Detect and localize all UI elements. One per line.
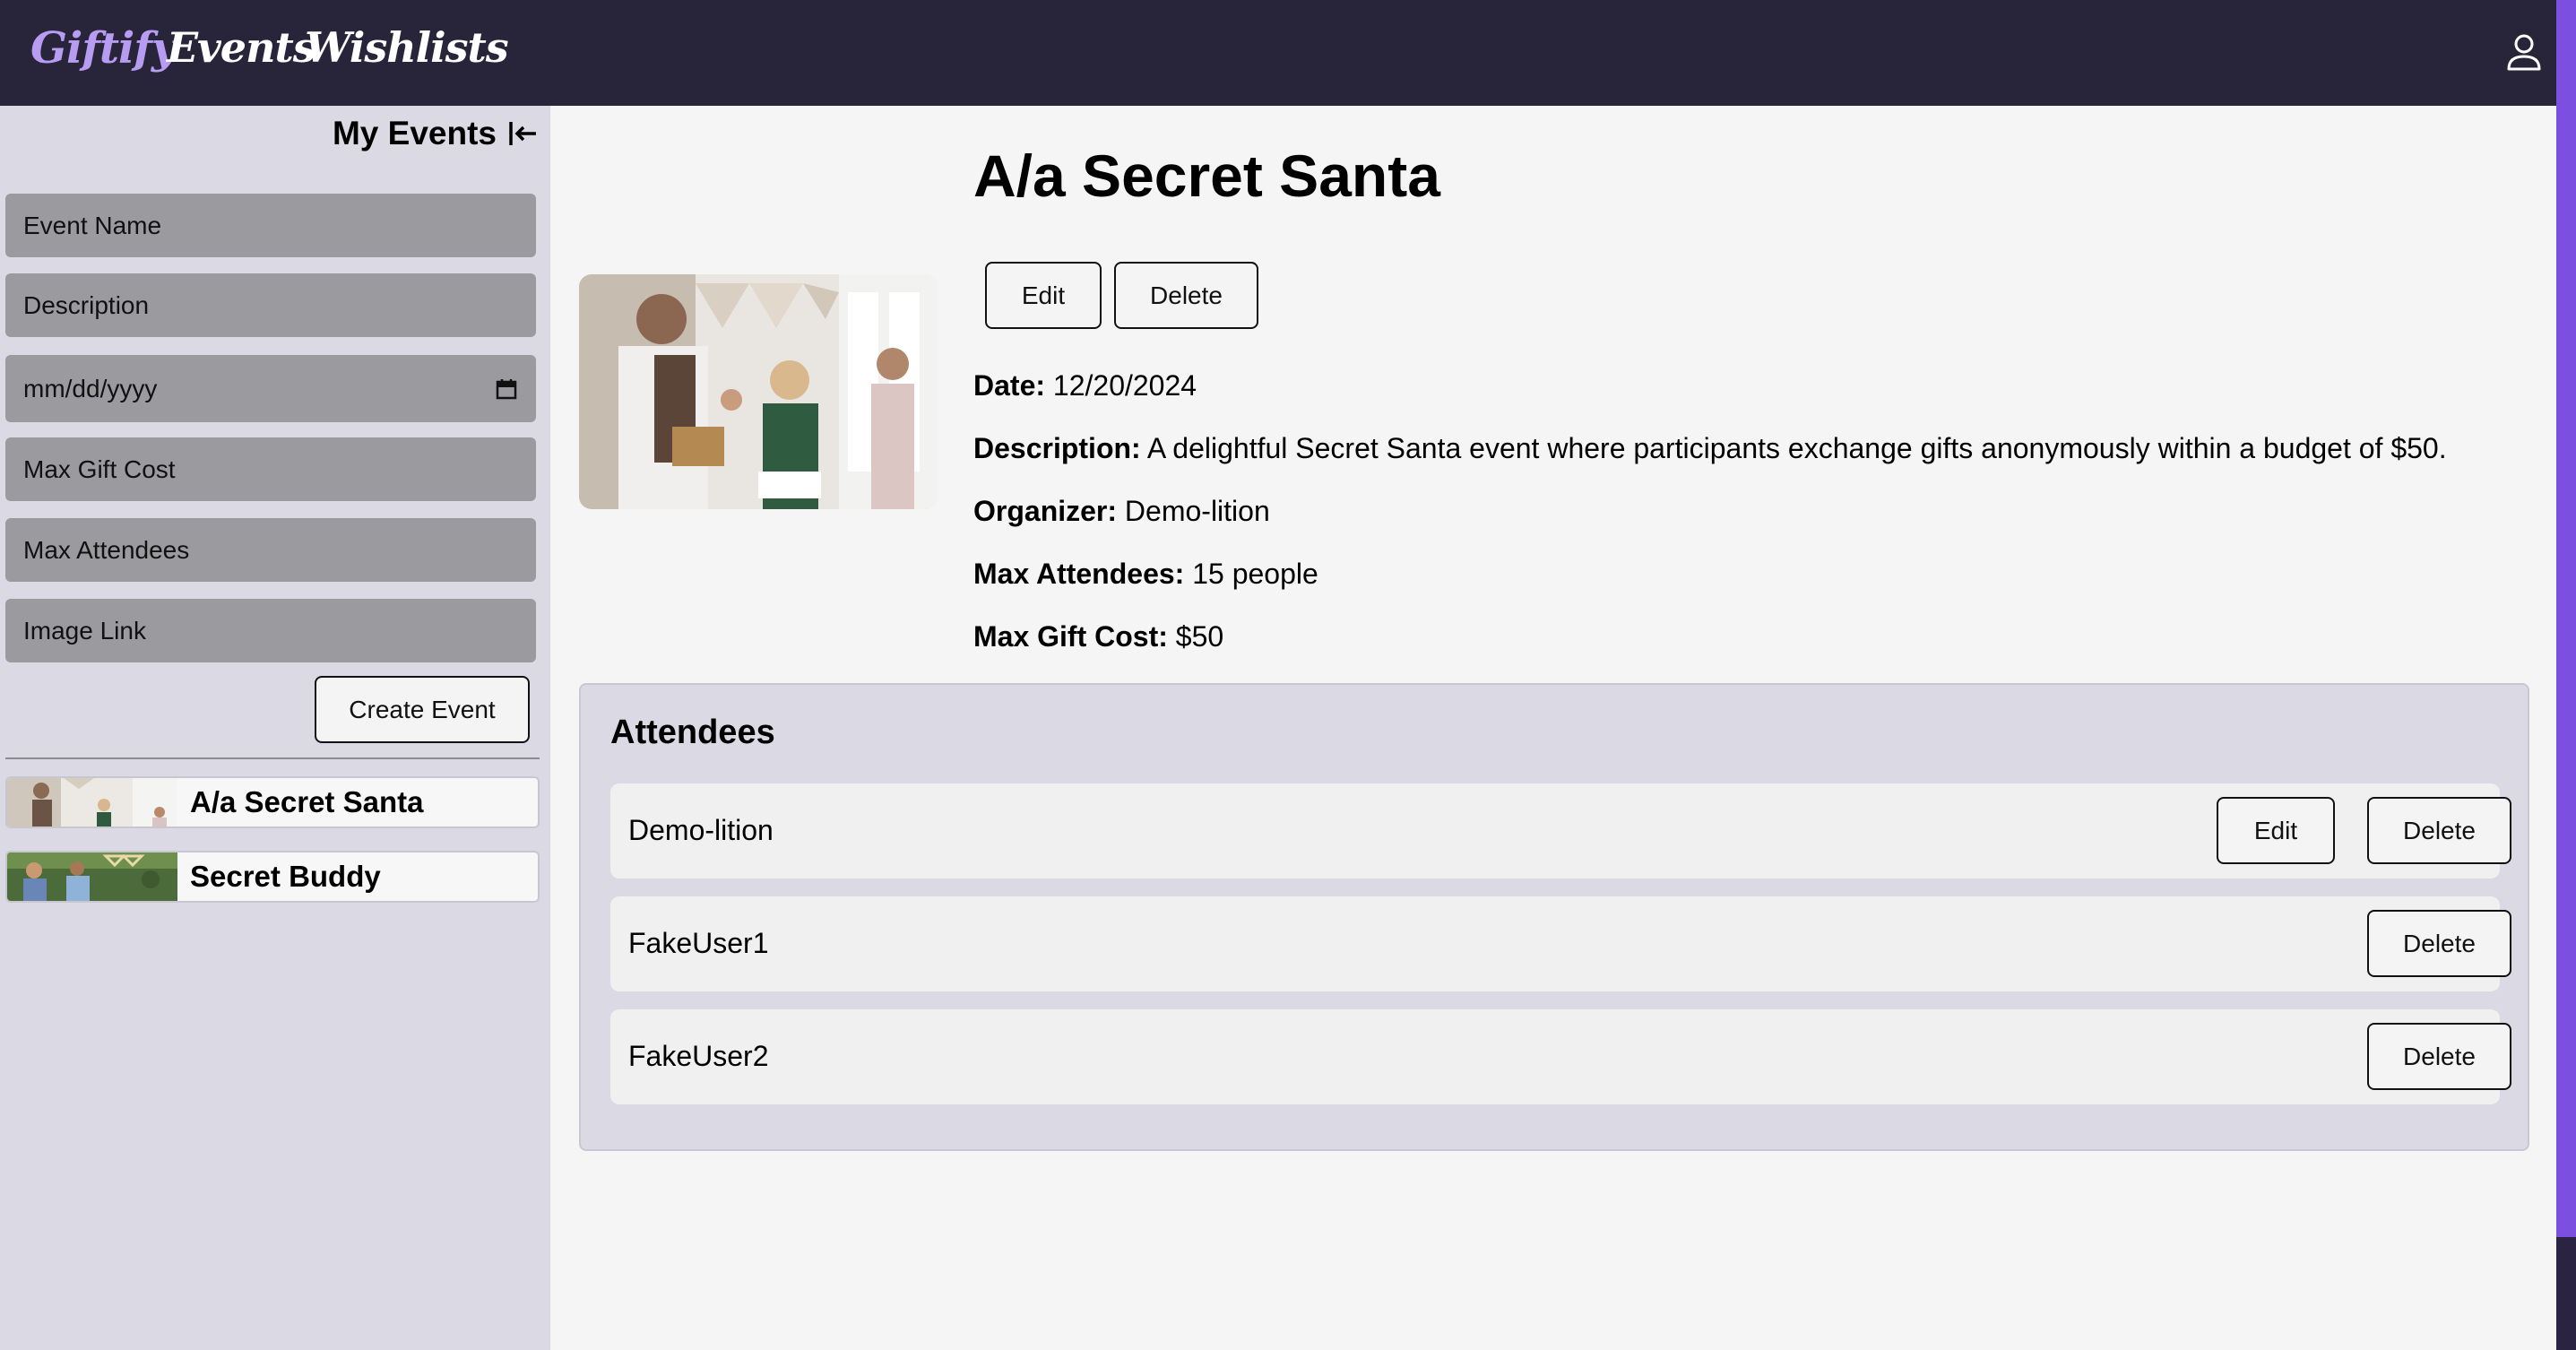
nav-wishlists-link[interactable]: Wishlists: [305, 23, 509, 72]
date-value: 12/20/2024: [1052, 369, 1197, 402]
event-image: [579, 274, 938, 509]
create-event-button[interactable]: Create Event: [315, 676, 530, 743]
sidebar-title: My Events: [332, 115, 497, 151]
attendee-name: FakeUser1: [628, 927, 769, 959]
event-max-attendees: Max Attendees: 15 people: [973, 558, 1318, 591]
brand-logo[interactable]: Giftify: [30, 23, 177, 74]
event-title: A/a Secret Santa: [973, 143, 1440, 209]
date-input-placeholder: mm/dd/yyyy: [23, 374, 158, 402]
attendees-title: Attendees: [610, 714, 775, 751]
sidebar-divider: [5, 757, 540, 759]
attendee-row: Demo-lition Edit Delete: [610, 783, 2511, 878]
image-link-input[interactable]: [5, 599, 536, 662]
page-scrollbar[interactable]: [2556, 0, 2576, 1350]
max-attendees-label: Max Attendees:: [973, 558, 1185, 590]
sidebar-event-item[interactable]: A/a Secret Santa: [5, 776, 540, 828]
delete-attendee-button[interactable]: Delete: [2367, 1023, 2511, 1090]
attendee-name: FakeUser2: [628, 1040, 769, 1072]
attendees-panel: Attendees Demo-lition Edit Delete FakeUs…: [579, 683, 2529, 1151]
event-name-input[interactable]: [5, 194, 536, 257]
nav-events-link[interactable]: Events: [167, 23, 316, 72]
max-gift-cost-label: Max Gift Cost:: [973, 620, 1168, 653]
event-thumbnail: [7, 852, 177, 901]
description-input[interactable]: [5, 273, 536, 337]
organizer-value: Demo-lition: [1124, 495, 1270, 527]
max-attendees-input[interactable]: [5, 518, 536, 582]
sidebar-event-item[interactable]: Secret Buddy: [5, 851, 540, 903]
edit-event-button[interactable]: Edit: [985, 262, 1102, 329]
max-attendees-value: 15 people: [1192, 558, 1318, 590]
event-thumbnail: [7, 778, 177, 826]
attendee-name: Demo-lition: [628, 814, 774, 846]
sidebar-event-name: A/a Secret Santa: [190, 785, 424, 818]
attendee-row: FakeUser2 Delete: [610, 1009, 2511, 1104]
attendee-row: FakeUser1 Delete: [610, 896, 2511, 991]
sidebar-header: My Events: [333, 115, 538, 152]
delete-event-button[interactable]: Delete: [1114, 262, 1258, 329]
sidebar-event-name: Secret Buddy: [190, 860, 381, 893]
max-gift-cost-input[interactable]: [5, 437, 536, 501]
event-organizer: Organizer: Demo-lition: [973, 495, 1270, 528]
event-description: Description: A delightful Secret Santa e…: [973, 432, 2447, 465]
top-nav-bar: Giftify Events Wishlists: [0, 0, 2576, 106]
calendar-icon[interactable]: [495, 377, 518, 401]
event-max-gift-cost: Max Gift Cost: $50: [973, 620, 1223, 653]
organizer-label: Organizer:: [973, 495, 1118, 527]
description-value: A delightful Secret Santa event where pa…: [1146, 432, 2447, 464]
max-gift-cost-value: $50: [1175, 620, 1224, 653]
edit-attendee-button[interactable]: Edit: [2217, 797, 2335, 864]
delete-attendee-button[interactable]: Delete: [2367, 797, 2511, 864]
event-date: Date: 12/20/2024: [973, 369, 1197, 402]
sidebar: My Events mm/dd/yyyy Create Event: [0, 106, 550, 1350]
date-input[interactable]: mm/dd/yyyy: [5, 355, 536, 422]
user-icon[interactable]: [2504, 32, 2544, 72]
description-label: Description:: [973, 432, 1141, 464]
scrollbar-thumb[interactable]: [2556, 1237, 2576, 1350]
delete-attendee-button[interactable]: Delete: [2367, 910, 2511, 977]
collapse-left-icon[interactable]: [507, 118, 538, 149]
date-label: Date:: [973, 369, 1046, 402]
